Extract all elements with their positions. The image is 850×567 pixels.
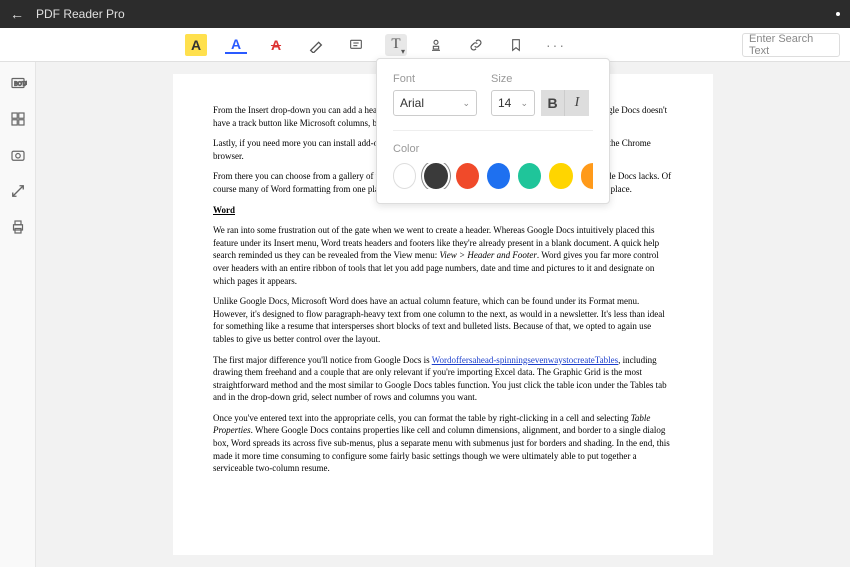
section-heading: Word bbox=[213, 204, 673, 217]
size-select[interactable]: 14 ⌄ bbox=[491, 90, 535, 116]
ink-tool[interactable] bbox=[305, 34, 327, 56]
link-tool[interactable] bbox=[465, 34, 487, 56]
doc-link[interactable]: Wordoffersahead-spinningsevenwaystocreat… bbox=[432, 355, 618, 365]
text-format-popup: Font Arial ⌄ Size 14 ⌄ B I Color bbox=[376, 58, 610, 204]
stamp-tool[interactable] bbox=[425, 34, 447, 56]
color-swatch-red[interactable] bbox=[456, 163, 479, 189]
paragraph: Unlike Google Docs, Microsoft Word does … bbox=[213, 295, 673, 345]
more-tool[interactable]: ··· bbox=[545, 34, 567, 56]
bold-button[interactable]: B bbox=[541, 90, 565, 116]
search-placeholder: Enter Search Text bbox=[749, 33, 833, 57]
size-label: Size bbox=[491, 73, 589, 85]
left-sidebar: BOTA bbox=[0, 62, 36, 567]
search-input[interactable]: Enter Search Text bbox=[742, 33, 840, 57]
strikethrough-tool[interactable]: A bbox=[265, 34, 287, 56]
color-swatch-yellow[interactable] bbox=[549, 163, 572, 189]
note-tool[interactable] bbox=[345, 34, 367, 56]
color-swatch-orange[interactable] bbox=[581, 163, 593, 189]
paragraph: We ran into some frustration out of the … bbox=[213, 224, 673, 287]
grid-view-icon[interactable] bbox=[9, 110, 27, 128]
color-label: Color bbox=[393, 143, 593, 155]
underline-tool[interactable]: A bbox=[225, 36, 247, 54]
snapshot-icon[interactable] bbox=[9, 146, 27, 164]
app-title: PDF Reader Pro bbox=[36, 7, 125, 21]
titlebar: ← PDF Reader Pro bbox=[0, 0, 850, 28]
font-value: Arial bbox=[400, 96, 424, 110]
print-icon[interactable] bbox=[9, 218, 27, 236]
back-button[interactable]: ← bbox=[10, 6, 24, 22]
color-swatch-blue[interactable] bbox=[487, 163, 510, 189]
thumbnail-panel-icon[interactable]: BOTA bbox=[9, 74, 27, 92]
paragraph: The first major difference you'll notice… bbox=[213, 354, 673, 404]
color-swatch-black[interactable] bbox=[424, 163, 447, 189]
color-swatch-teal[interactable] bbox=[518, 163, 541, 189]
text-tool[interactable]: T▾ bbox=[385, 34, 407, 56]
expand-icon[interactable] bbox=[9, 182, 27, 200]
color-swatch-white[interactable] bbox=[393, 163, 416, 189]
font-label: Font bbox=[393, 73, 477, 85]
font-select[interactable]: Arial ⌄ bbox=[393, 90, 477, 116]
bookmark-tool[interactable] bbox=[505, 34, 527, 56]
svg-text:BOTA: BOTA bbox=[14, 81, 27, 87]
paragraph: Once you've entered text into the approp… bbox=[213, 412, 673, 475]
titlebar-dot bbox=[836, 12, 840, 16]
highlight-tool[interactable]: A bbox=[185, 34, 207, 56]
main-toolbar: A A A T▾ ··· Enter Search Text bbox=[0, 28, 850, 62]
italic-button[interactable]: I bbox=[565, 90, 589, 116]
size-value: 14 bbox=[498, 96, 511, 110]
color-swatches bbox=[393, 163, 593, 189]
chevron-down-icon: ⌄ bbox=[462, 98, 470, 109]
chevron-down-icon: ⌄ bbox=[520, 98, 528, 109]
